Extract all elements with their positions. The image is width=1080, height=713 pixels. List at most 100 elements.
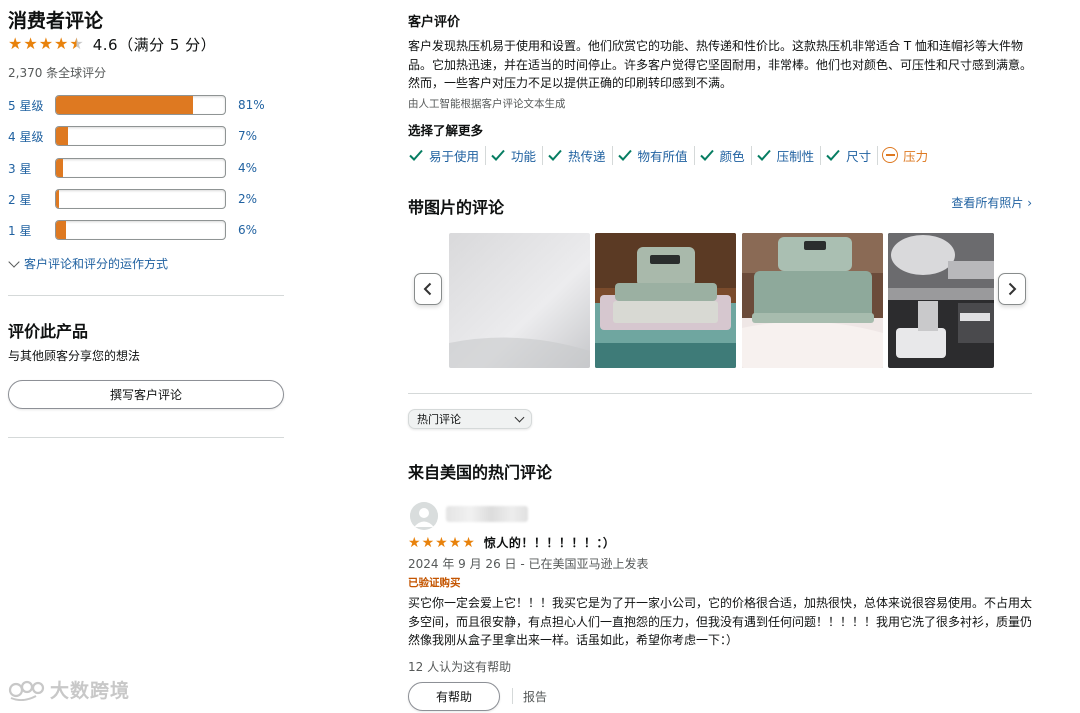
histogram-label: 5 星级: [8, 98, 44, 113]
histogram-fill: [56, 96, 193, 114]
histogram-percent: 6%: [238, 223, 258, 237]
histogram-percent: 4%: [238, 161, 258, 175]
check-icon: [756, 149, 771, 161]
histogram-percent: 7%: [238, 129, 258, 143]
carousel-prev-button[interactable]: [414, 273, 442, 305]
photo-reviews-heading: 带图片的评论: [408, 198, 505, 217]
histogram-fill: [56, 190, 60, 208]
report-link[interactable]: 报告: [523, 688, 547, 705]
how-reviews-work-link[interactable]: 客户评论和评分的运作方式: [8, 255, 168, 272]
reviews-title: 消费者评论: [8, 10, 104, 32]
star-icon: ★: [54, 34, 69, 53]
star-icon: ★: [421, 534, 435, 551]
aspect-label: 功能: [511, 148, 537, 164]
histogram-fill: [56, 127, 68, 145]
sort-dropdown[interactable]: 热门评论: [408, 409, 532, 429]
check-icon: [548, 149, 562, 161]
helpful-count: 12 人认为这有帮助: [408, 660, 512, 674]
reviews-main: 客户评价 客户发现热压机易于使用和设置。他们欣赏它的功能、热传递和性价比。这款热…: [408, 0, 1032, 713]
sort-selected-value: 热门评论: [417, 413, 461, 426]
histogram-bar: [55, 158, 226, 178]
how-reviews-work-label: 客户评论和评分的运作方式: [24, 257, 169, 271]
review-photo[interactable]: [888, 233, 994, 368]
histogram-label: 3 星: [8, 161, 32, 176]
aspect-size[interactable]: 尺寸: [820, 145, 877, 165]
aspect-label: 颜色: [719, 148, 745, 164]
avatar-icon: [410, 502, 438, 530]
star-icon: ★: [408, 534, 421, 551]
histogram-row-3[interactable]: 3 星 4%: [8, 158, 284, 178]
review-photo-image: [595, 233, 736, 368]
histogram-bar: [55, 220, 226, 240]
aspect-pressure[interactable]: 压力: [877, 145, 934, 165]
average-rating[interactable]: ★ ★ ★ ★ ★ 4.6（满分 5 分）: [8, 33, 216, 55]
reviewer-name-blurred: [446, 506, 528, 522]
check-icon: [699, 149, 714, 161]
helpful-button[interactable]: 有帮助: [408, 682, 500, 711]
review-product-title: 评价此产品: [8, 322, 89, 341]
histogram-label: 2 星: [8, 192, 32, 207]
review-photo-image: [888, 233, 994, 368]
check-icon: [409, 149, 423, 161]
carousel-next-button[interactable]: [998, 273, 1026, 305]
chevron-down-icon: [8, 255, 20, 268]
check-icon: [491, 149, 505, 161]
watermark: 大数跨境: [8, 676, 130, 703]
aspect-label: 易于使用: [429, 148, 480, 164]
histogram-bar: [55, 126, 226, 146]
ai-summary: 客户发现热压机易于使用和设置。他们欣赏它的功能、热传递和性价比。这款热压机非常适…: [408, 39, 1033, 90]
verified-purchase-badge: 已验证购买: [408, 577, 461, 589]
review-photo-image: [449, 233, 590, 368]
divider: [8, 295, 284, 296]
histogram-row-2[interactable]: 2 星 2%: [8, 189, 284, 209]
star-icon: ★: [462, 534, 475, 551]
watermark-logo: [8, 680, 45, 701]
star-icon: ★: [448, 534, 462, 551]
write-review-button[interactable]: 撰写客户评论: [8, 380, 284, 409]
see-all-photos-link[interactable]: 查看所有照片 ›: [951, 194, 1032, 211]
review-photo[interactable]: [595, 233, 736, 368]
learn-more-heading: 选择了解更多: [408, 123, 484, 138]
top-reviews-heading: 来自美国的热门评论: [408, 463, 553, 482]
aspect-label: 压制性: [776, 148, 815, 164]
aspect-heat-transfer[interactable]: 热传递: [542, 145, 612, 165]
histogram-row-1[interactable]: 1 星 6%: [8, 220, 284, 240]
rating-text: 4.6（满分 5 分）: [92, 35, 217, 54]
aspect-label: 物有所值: [637, 148, 688, 164]
customer-says-heading: 客户评价: [408, 15, 461, 30]
minus-circle-icon: [882, 147, 899, 163]
aspect-label: 尺寸: [846, 148, 872, 164]
ai-generated-note: 由人工智能根据客户评论文本生成: [408, 98, 566, 110]
star-icon: ★: [435, 534, 448, 551]
global-rating-count: 2,370 条全球评分: [8, 66, 107, 80]
review-title[interactable]: 惊人的！！！！！！：）: [484, 534, 616, 551]
histogram-fill: [56, 159, 63, 177]
histogram-percent: 81%: [238, 98, 265, 112]
histogram-label: 4 星级: [8, 129, 44, 144]
histogram-label: 1 星: [8, 223, 32, 238]
aspect-ease-of-use[interactable]: 易于使用: [408, 146, 485, 165]
review-rating[interactable]: ★ ★ ★ ★ ★ 惊人的！！！！！！：）: [408, 534, 615, 551]
aspect-color[interactable]: 颜色: [693, 145, 751, 165]
star-icon: ★: [23, 34, 38, 53]
divider: [408, 393, 1032, 394]
review-photo[interactable]: [742, 233, 883, 368]
avatar: [410, 502, 438, 530]
histogram-percent: 2%: [238, 192, 258, 206]
chevron-right-icon: [1008, 282, 1017, 296]
aspect-pressability[interactable]: 压制性: [750, 145, 821, 165]
aspect-label: 热传递: [568, 148, 606, 164]
histogram-fill: [56, 221, 67, 239]
histogram-row-4[interactable]: 4 星级 7%: [8, 126, 284, 146]
chevron-down-icon: [514, 412, 525, 423]
star-icon: ★: [8, 34, 23, 53]
histogram-row-5[interactable]: 5 星级 81%: [8, 95, 284, 115]
aspect-functionality[interactable]: 功能: [485, 145, 542, 165]
divider: [512, 688, 513, 704]
histogram-bar: [55, 189, 226, 209]
review-date: 2024 年 9 月 26 日 - 已在美国亚马逊上发表: [408, 557, 649, 571]
review-photo[interactable]: [449, 233, 590, 368]
aspect-value[interactable]: 物有所值: [611, 145, 694, 165]
watermark-text: 大数跨境: [50, 680, 131, 702]
aspect-label: 压力: [903, 148, 929, 164]
